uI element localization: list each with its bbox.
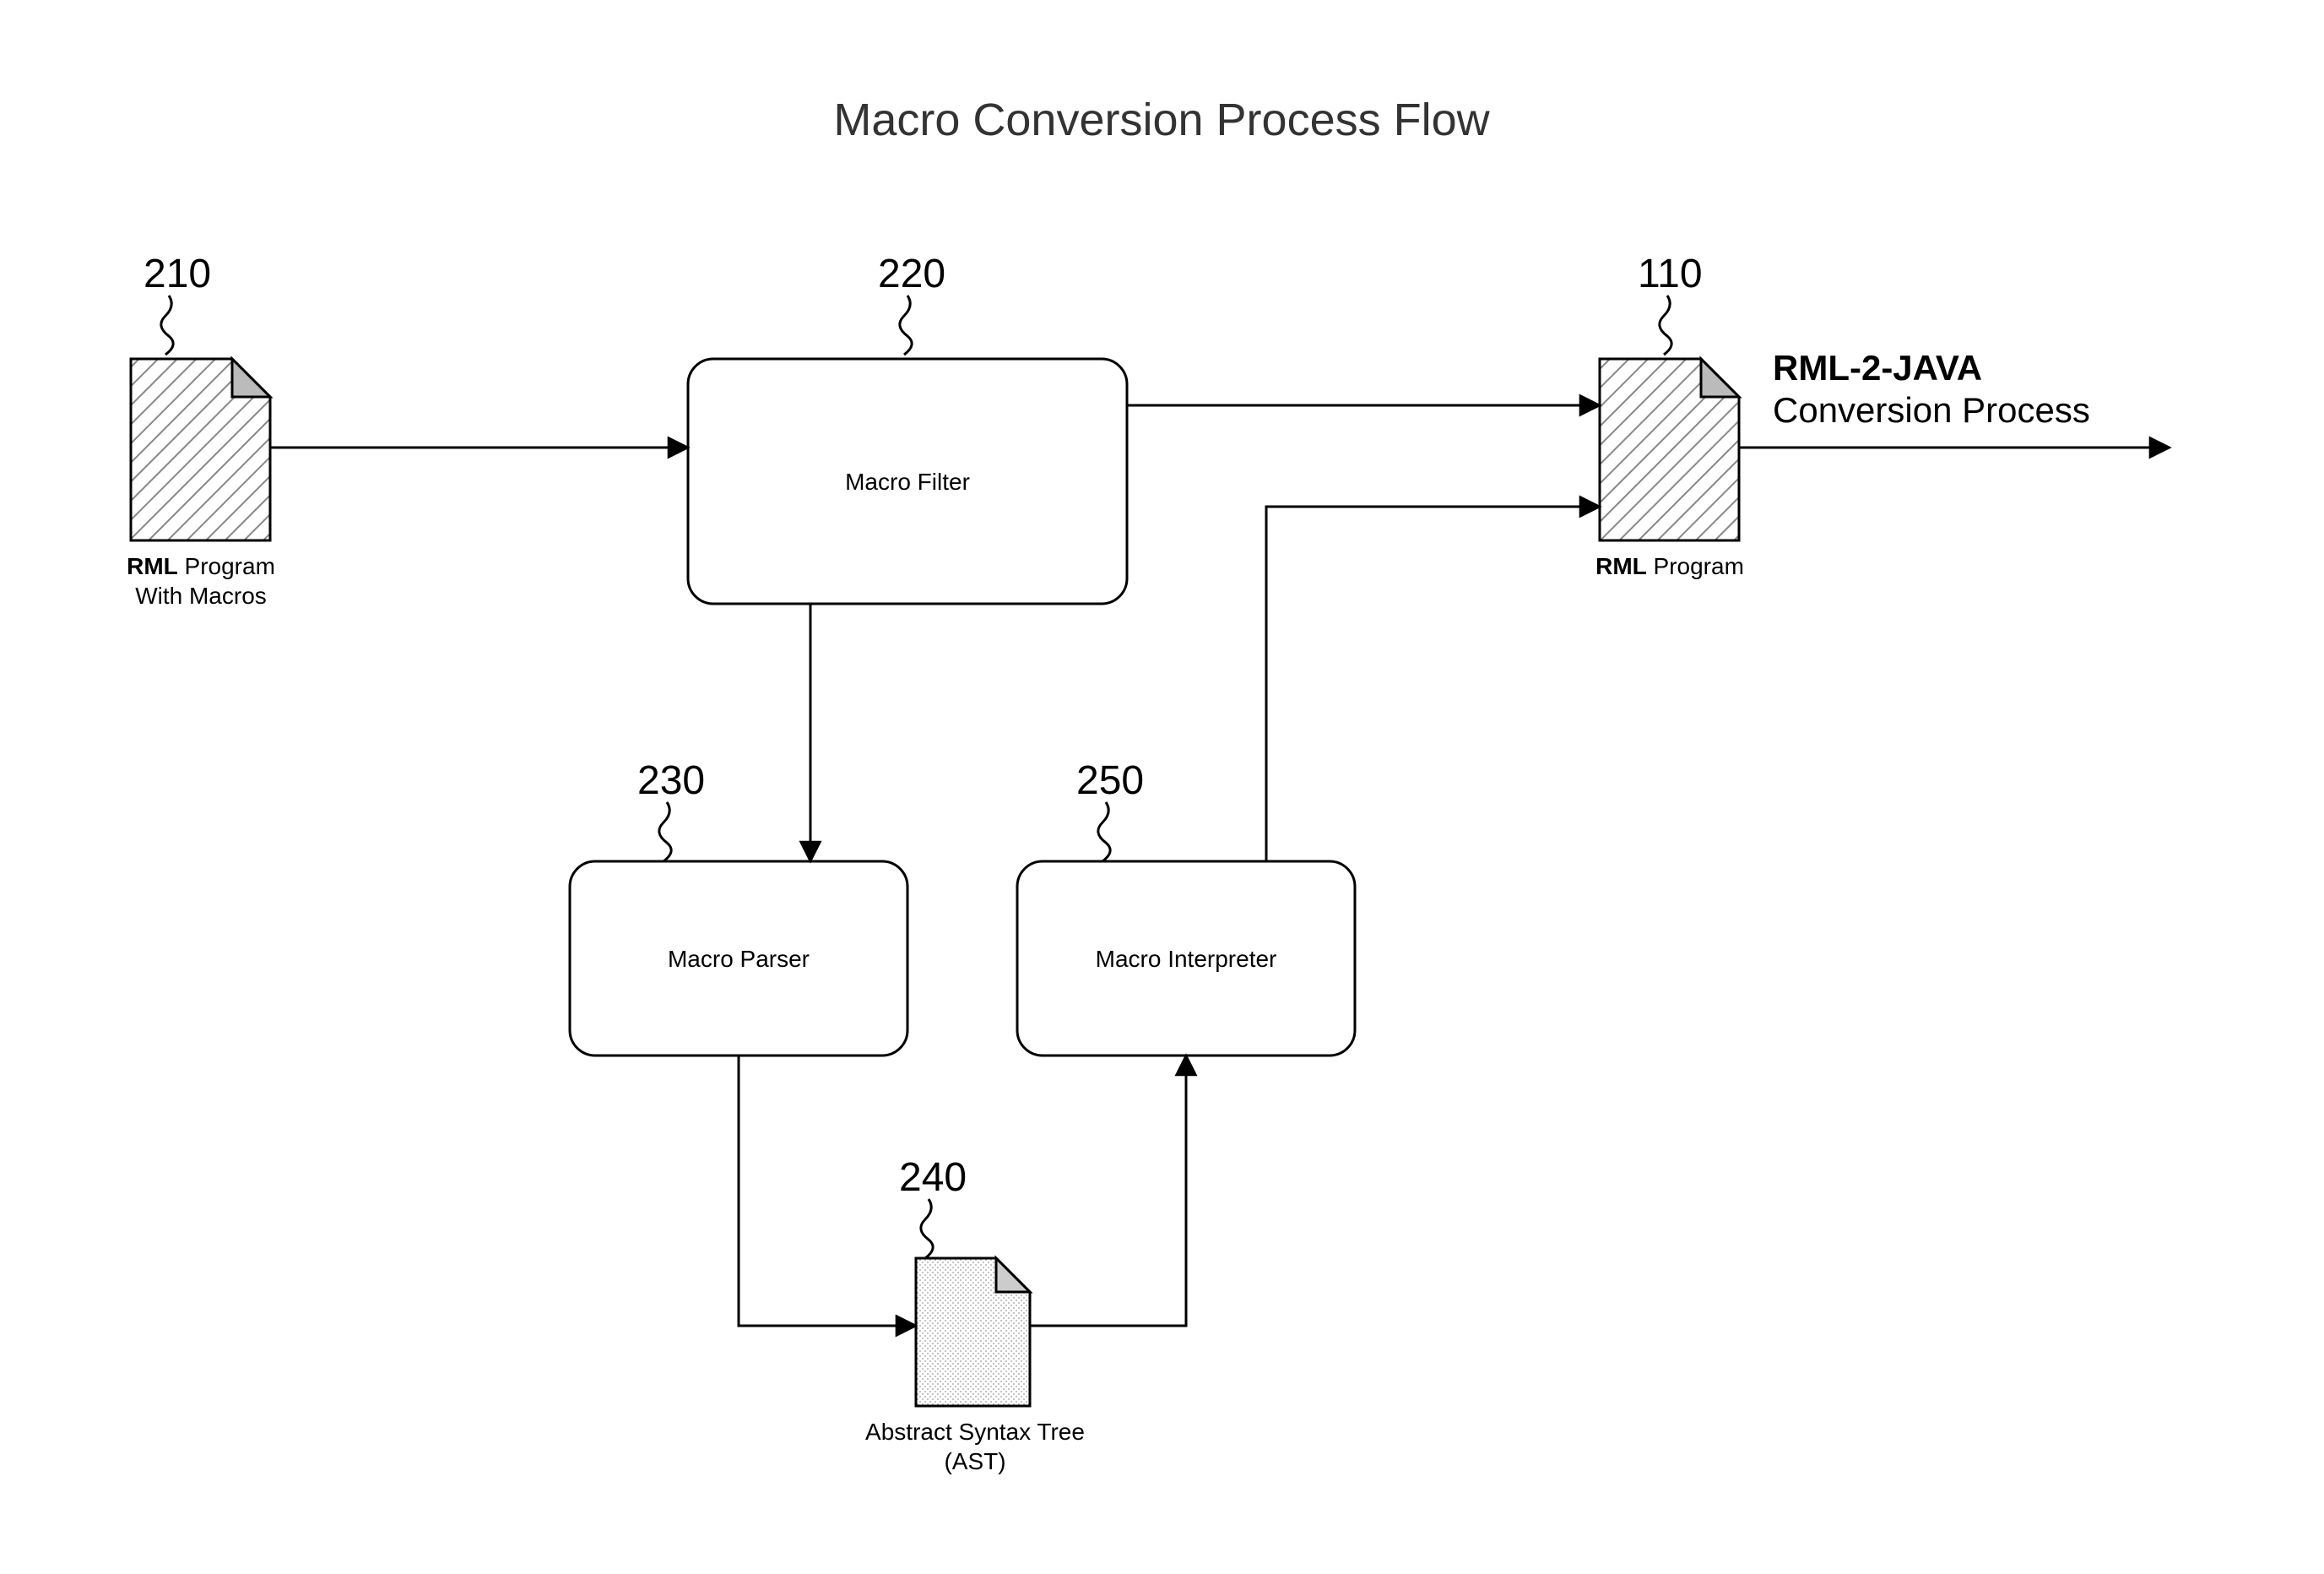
doc-ast-caption-2: (AST) <box>944 1448 1005 1474</box>
box-macro-interpreter-label: Macro Interpreter <box>1096 946 1277 972</box>
doc-ast-caption-1: Abstract Syntax Tree <box>865 1419 1085 1445</box>
doc-output <box>1600 359 1739 540</box>
ref-230: 230 <box>637 758 705 803</box>
ref-210: 210 <box>144 252 211 296</box>
arrow-parser-to-ast <box>739 1056 916 1326</box>
doc-input-caption-2: With Macros <box>135 583 267 609</box>
diagram-title: Macro Conversion Process Flow <box>833 95 1490 145</box>
out-label-1: RML-2-JAVA <box>1773 348 1982 388</box>
out-label-2: Conversion Process <box>1773 390 2090 430</box>
ref-220: 220 <box>878 252 945 296</box>
ref-110: 110 <box>1638 252 1703 296</box>
box-macro-filter-label: Macro Filter <box>845 469 970 495</box>
squiggle-icon <box>900 296 912 355</box>
doc-output-caption: RML Program <box>1595 553 1744 579</box>
squiggle-icon <box>659 802 671 861</box>
squiggle-icon <box>921 1199 933 1258</box>
ref-240: 240 <box>899 1155 967 1200</box>
diagram-canvas: Macro Conversion Process Flow 210 220 11… <box>0 0 2324 1574</box>
arrow-interpreter-to-output <box>1266 507 1600 861</box>
doc-input <box>131 359 270 540</box>
box-macro-parser-label: Macro Parser <box>668 946 810 972</box>
squiggle-icon <box>161 296 173 355</box>
ref-250: 250 <box>1076 758 1144 803</box>
squiggle-icon <box>1660 296 1671 355</box>
squiggle-icon <box>1098 802 1110 861</box>
doc-ast <box>916 1258 1030 1406</box>
doc-input-caption-1: RML Program <box>127 553 275 579</box>
arrow-ast-to-interpreter <box>1030 1056 1186 1326</box>
